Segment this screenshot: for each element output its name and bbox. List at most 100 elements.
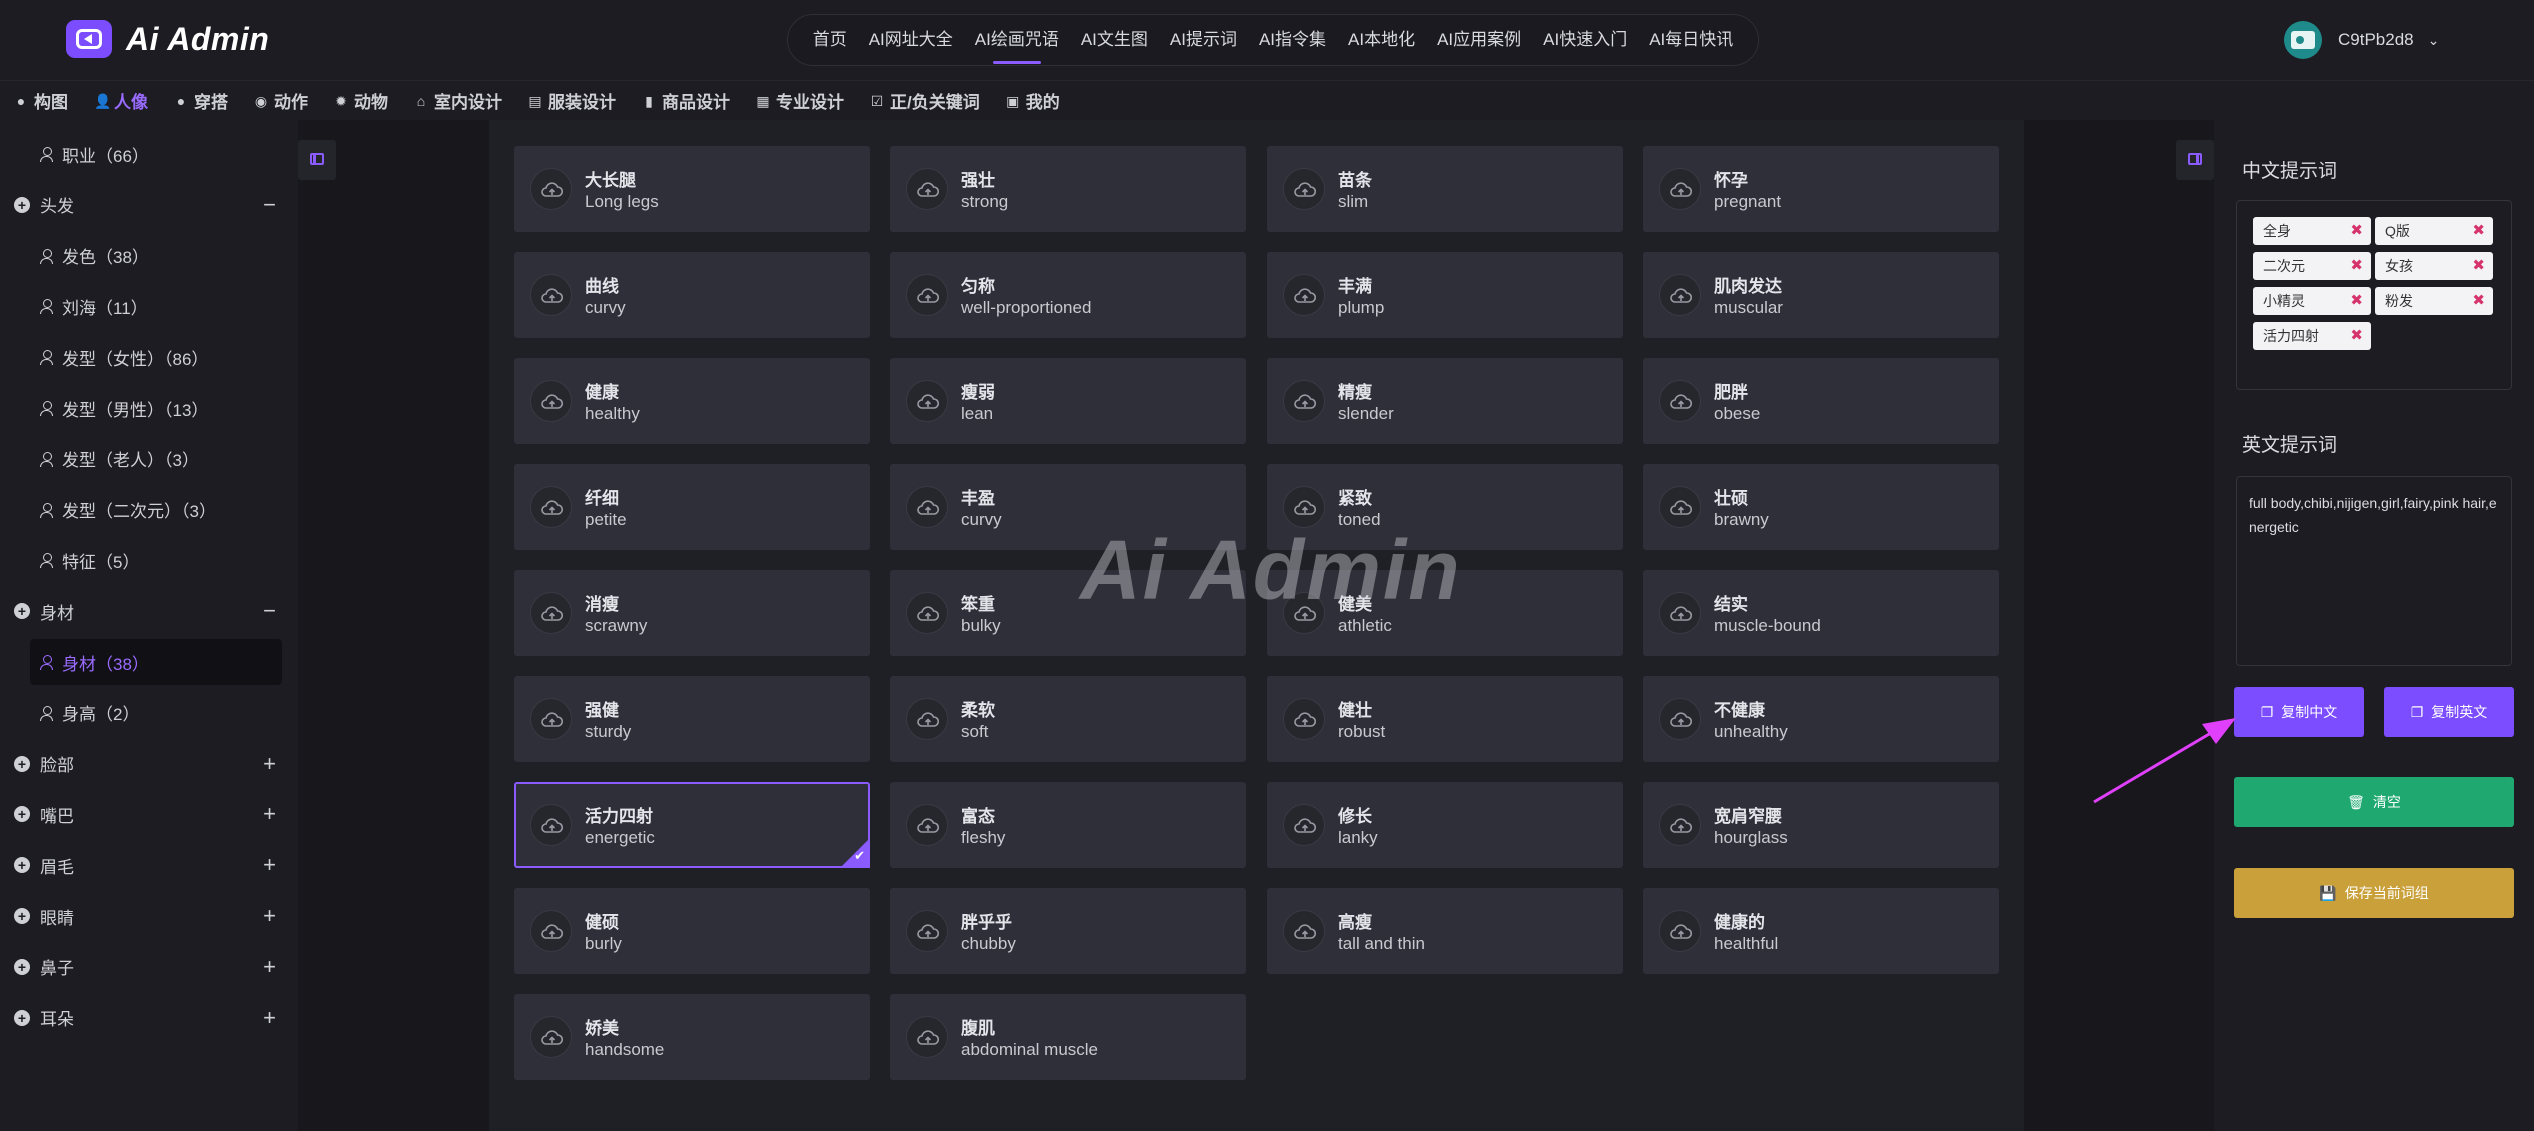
keyword-card[interactable]: 紧致 toned — [1267, 464, 1623, 550]
nav-item[interactable]: AI本地化 — [1337, 14, 1426, 66]
expand-icon[interactable]: + — [263, 751, 276, 777]
keyword-card[interactable]: 不健康 unhealthy — [1643, 676, 1999, 762]
copy-zh-button[interactable]: ❐ 复制中文 — [2234, 687, 2364, 737]
expand-icon[interactable]: + — [263, 1005, 276, 1031]
keyword-card[interactable]: 胖乎乎 chubby — [890, 888, 1246, 974]
copy-en-button[interactable]: ❐ 复制英文 — [2384, 687, 2514, 737]
category-tab[interactable]: ☑ 正/负关键词 — [870, 88, 980, 113]
remove-tag-icon[interactable]: ✖ — [2472, 217, 2485, 245]
sidebar-item[interactable]: 发色（38） — [0, 233, 298, 279]
sidebar-group[interactable]: + 眼睛 + — [0, 893, 298, 939]
keyword-card[interactable]: 肌肉发达 muscular — [1643, 252, 1999, 338]
remove-tag-icon[interactable]: ✖ — [2472, 252, 2485, 280]
sidebar-group[interactable]: + 身材 − — [0, 588, 298, 634]
remove-tag-icon[interactable]: ✖ — [2350, 322, 2363, 350]
collapse-icon[interactable]: − — [263, 192, 276, 218]
keyword-card[interactable]: 强健 sturdy — [514, 676, 870, 762]
sidebar-item[interactable]: 发型（老人）（3） — [0, 436, 298, 482]
category-tab[interactable]: ✹ 动物 — [334, 88, 388, 113]
keyword-card[interactable]: 活力四射 energetic ✔ — [514, 782, 870, 868]
nav-item[interactable]: AI文生图 — [1070, 14, 1159, 66]
keyword-card[interactable]: 瘦弱 lean — [890, 358, 1246, 444]
sidebar-item[interactable]: 刘海（11） — [0, 283, 298, 329]
category-tab[interactable]: 👤 人像 — [94, 88, 148, 113]
keyword-card[interactable]: 壮硕 brawny — [1643, 464, 1999, 550]
remove-tag-icon[interactable]: ✖ — [2350, 287, 2363, 315]
category-tab[interactable]: ⌂ 室内设计 — [414, 88, 502, 113]
keyword-card[interactable]: 丰满 plump — [1267, 252, 1623, 338]
save-phrase-button[interactable]: 💾 保存当前词组 — [2234, 868, 2514, 918]
user-name[interactable]: C9tPb2d8 — [2338, 30, 2414, 50]
keyword-card[interactable]: 健硕 burly — [514, 888, 870, 974]
expand-icon[interactable]: + — [263, 954, 276, 980]
sidebar-group[interactable]: + 耳朵 + — [0, 995, 298, 1041]
keyword-card[interactable]: 笨重 bulky — [890, 570, 1246, 656]
sidebar-item[interactable]: 职业（66） — [0, 131, 298, 177]
remove-tag-icon[interactable]: ✖ — [2350, 217, 2363, 245]
keyword-card[interactable]: 曲线 curvy — [514, 252, 870, 338]
expand-icon[interactable]: + — [263, 801, 276, 827]
collapse-right-panel-button[interactable] — [2176, 140, 2214, 180]
sidebar-item[interactable]: 特征（5） — [0, 537, 298, 583]
category-tab[interactable]: ◉ 动作 — [254, 88, 308, 113]
sidebar-item[interactable]: 身高（2） — [0, 690, 298, 736]
collapse-sidebar-button[interactable] — [298, 140, 336, 180]
remove-tag-icon[interactable]: ✖ — [2472, 287, 2485, 315]
user-menu[interactable]: C9tPb2d8 ⌄ — [2284, 20, 2439, 60]
keyword-card[interactable]: 纤细 petite — [514, 464, 870, 550]
keyword-card[interactable]: 肥胖 obese — [1643, 358, 1999, 444]
keyword-card[interactable]: 消瘦 scrawny — [514, 570, 870, 656]
keyword-card[interactable]: 修长 lanky — [1267, 782, 1623, 868]
nav-item[interactable]: AI每日快讯 — [1638, 14, 1744, 66]
keyword-card[interactable]: 健美 athletic — [1267, 570, 1623, 656]
keyword-card[interactable]: 大长腿 Long legs — [514, 146, 870, 232]
nav-item[interactable]: AI提示词 — [1159, 14, 1248, 66]
keyword-card[interactable]: 柔软 soft — [890, 676, 1246, 762]
sidebar-item[interactable]: 发型（女性）（86） — [0, 334, 298, 380]
keyword-card[interactable]: 腹肌 abdominal muscle — [890, 994, 1246, 1080]
keyword-card[interactable]: 苗条 slim — [1267, 146, 1623, 232]
keyword-card[interactable]: 健壮 robust — [1267, 676, 1623, 762]
keyword-card[interactable]: 娇美 handsome — [514, 994, 870, 1080]
sidebar-group[interactable]: + 脸部 + — [0, 741, 298, 787]
collapse-icon[interactable]: − — [263, 598, 276, 624]
category-tab[interactable]: ● 构图 — [14, 88, 68, 113]
sidebar-group[interactable]: + 眉毛 + — [0, 842, 298, 888]
category-tab[interactable]: ▮ 商品设计 — [642, 88, 730, 113]
keyword-card[interactable]: 匀称 well-proportioned — [890, 252, 1246, 338]
sidebar-group[interactable]: + 头发 − — [0, 182, 298, 228]
nav-item[interactable]: AI应用案例 — [1426, 14, 1532, 66]
nav-item[interactable]: 首页 — [802, 14, 858, 66]
brand-logo[interactable]: Ai Admin — [66, 18, 269, 60]
sidebar-item[interactable]: 发型（男性）（13） — [0, 385, 298, 431]
keyword-card[interactable]: 富态 fleshy — [890, 782, 1246, 868]
expand-icon[interactable]: + — [263, 852, 276, 878]
keyword-card[interactable]: 健康 healthy — [514, 358, 870, 444]
nav-item[interactable]: AI绘画咒语 — [964, 14, 1070, 66]
category-tab[interactable]: ● 穿搭 — [174, 88, 228, 113]
chevron-down-icon[interactable]: ⌄ — [2428, 32, 2440, 49]
keyword-card[interactable]: 结实 muscle-bound — [1643, 570, 1999, 656]
nav-item[interactable]: AI指令集 — [1248, 14, 1337, 66]
category-tab[interactable]: ▤ 服装设计 — [528, 88, 616, 113]
en-prompt-text[interactable]: full body,chibi,nijigen,girl,fairy,pink … — [2236, 476, 2512, 666]
category-tab[interactable]: ▦ 专业设计 — [756, 88, 844, 113]
keyword-card[interactable]: 宽肩窄腰 hourglass — [1643, 782, 1999, 868]
sidebar-group[interactable]: + 鼻子 + — [0, 944, 298, 990]
expand-icon[interactable]: + — [263, 903, 276, 929]
keyword-card[interactable]: 精瘦 slender — [1267, 358, 1623, 444]
category-tab[interactable]: ▣ 我的 — [1006, 88, 1060, 113]
keyword-card[interactable]: 强壮 strong — [890, 146, 1246, 232]
sidebar-group[interactable]: + 嘴巴 + — [0, 791, 298, 837]
nav-item[interactable]: AI网址大全 — [858, 14, 964, 66]
keyword-card[interactable]: 丰盈 curvy — [890, 464, 1246, 550]
keyword-card[interactable]: 高瘦 tall and thin — [1267, 888, 1623, 974]
sidebar-item[interactable]: 发型（二次元）（3） — [0, 487, 298, 533]
clear-button[interactable]: 🗑 清空 — [2234, 777, 2514, 827]
sidebar-item[interactable]: 身材（38） — [30, 639, 282, 685]
avatar[interactable] — [2284, 21, 2322, 59]
nav-item[interactable]: AI快速入门 — [1532, 14, 1638, 66]
keyword-card[interactable]: 怀孕 pregnant — [1643, 146, 1999, 232]
remove-tag-icon[interactable]: ✖ — [2350, 252, 2363, 280]
keyword-card[interactable]: 健康的 healthful — [1643, 888, 1999, 974]
